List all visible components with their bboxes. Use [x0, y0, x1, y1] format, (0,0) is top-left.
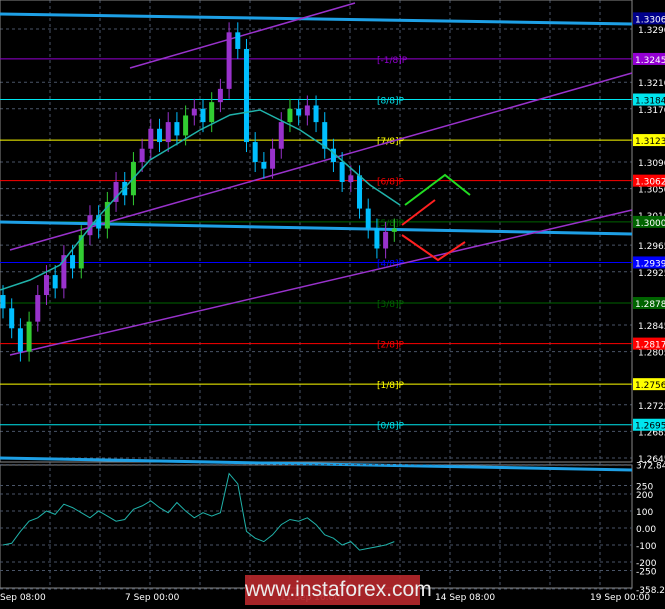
candle-body	[200, 108, 206, 123]
price-badge-text: 1.3184	[635, 97, 665, 107]
candle-body	[139, 148, 145, 163]
candle-body	[70, 255, 76, 269]
channel-line-upper	[129, 2, 356, 69]
candle-body	[374, 228, 380, 249]
chart-svg: 1.32901.32101.31701.30901.30501.30101.29…	[0, 0, 665, 603]
candle-body	[339, 162, 345, 182]
forecast-arrow-red-down	[401, 234, 466, 262]
candle-body	[35, 295, 41, 322]
candle-body	[209, 102, 215, 123]
osc-tick: 100	[636, 508, 653, 518]
price-tick: 1.3170	[638, 106, 665, 116]
osc-tick: 200	[636, 491, 653, 501]
osc-pane-border	[0, 464, 633, 589]
trading-chart: 1.32901.32101.31701.30901.30501.30101.29…	[0, 0, 665, 605]
trend-line-blue	[0, 12, 633, 26]
candle-body	[383, 231, 389, 249]
murrey-label: [2/8]P	[377, 341, 405, 351]
price-tick: 1.3090	[638, 159, 665, 169]
price-badge-text: 1.2939	[635, 259, 665, 269]
candle-body	[52, 275, 58, 289]
candle-body	[357, 175, 363, 209]
candle-body	[235, 32, 241, 49]
price-badge-text: 1.3062	[635, 178, 665, 188]
candle-body	[43, 275, 49, 296]
time-tick: Sep 08:00	[0, 593, 46, 603]
price-badge-text: 1.3245	[635, 56, 665, 66]
price-tick: 1.3290	[638, 26, 665, 36]
candle-body	[183, 115, 189, 136]
candle-body	[165, 122, 171, 143]
price-badge-text: 1.2695	[635, 422, 665, 432]
time-tick: 7 Sep 00:00	[125, 593, 180, 603]
price-tick: 1.2925	[638, 269, 665, 279]
time-tick: 14 Sep 08:00	[435, 593, 495, 603]
osc-tick: -100	[636, 542, 657, 552]
candle-body	[270, 148, 276, 169]
candle-body	[313, 105, 319, 123]
candle-body	[157, 128, 163, 143]
price-tick: 1.2965	[638, 242, 665, 252]
candle-body	[148, 128, 154, 149]
murrey-label: [8/8]P	[377, 97, 405, 107]
time-tick: 19 Sep 00:00	[590, 593, 650, 603]
price-badge-text: 1.3123	[635, 137, 665, 147]
candle-body	[287, 108, 293, 123]
candle-body	[217, 88, 223, 103]
price-tick: 1.2845	[638, 322, 665, 332]
candle-body	[243, 48, 249, 143]
candle-body	[0, 295, 6, 309]
candle-body	[252, 142, 258, 163]
forecast-arrow-green	[404, 173, 471, 206]
murrey-label: [1/8]P	[377, 381, 405, 391]
candle-body	[191, 108, 197, 116]
candle-body	[9, 308, 15, 329]
candle-body	[226, 32, 232, 89]
osc-tick: 0.00	[636, 525, 656, 535]
osc-tick: 372.8496	[636, 462, 665, 472]
candle-body	[365, 208, 371, 229]
murrey-label: [3/8]P	[377, 300, 405, 310]
candle-body	[348, 175, 354, 182]
murrey-label: [5/8]P	[377, 219, 405, 229]
candle-body	[278, 122, 284, 149]
price-badge-text: 1.2878	[635, 300, 665, 310]
osc-tick: -250	[636, 568, 657, 578]
channel-line-lower	[9, 209, 633, 356]
price-badge-text: 1.3000	[635, 219, 665, 229]
candle-body	[391, 228, 397, 232]
murrey-label: [0/8]P	[377, 422, 405, 432]
murrey-label: [6/8]P	[377, 178, 405, 188]
candle-body	[26, 321, 32, 352]
price-badge-text: 1.2756	[635, 381, 665, 391]
murrey-label: [-1/8]P	[377, 56, 408, 66]
trend-line-blue	[0, 456, 633, 472]
candle-body	[296, 108, 302, 116]
price-tick: 1.2725	[638, 402, 665, 412]
price-tick: 1.3210	[638, 79, 665, 89]
candle-body	[261, 162, 267, 169]
candle-body	[17, 328, 23, 352]
candle-body	[174, 122, 180, 136]
candle-body	[304, 105, 310, 116]
price-badge-text: 1.3306	[635, 15, 665, 25]
watermark: www.instaforex.com	[245, 575, 432, 605]
price-badge-text: 1.2817	[635, 341, 665, 351]
